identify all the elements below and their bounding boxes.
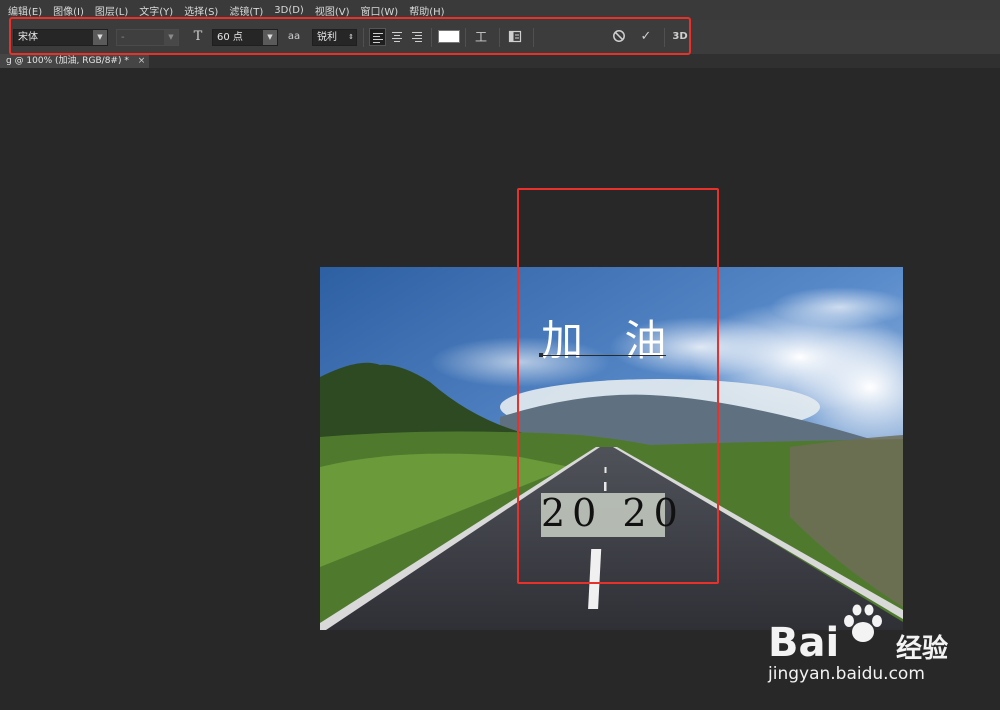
font-family-value: 宋体 — [18, 32, 38, 43]
watermark-url: jingyan.baidu.com — [768, 664, 925, 684]
chevron-down-icon: ▼ — [93, 30, 107, 45]
canvas-text-year[interactable]: 20 20 — [541, 491, 685, 535]
baidu-jingyan-watermark: Bai 经验 jingyan.baidu.com — [768, 600, 968, 690]
font-style-value: - — [121, 32, 125, 43]
font-size-select[interactable]: 60 点 ▼ — [212, 29, 278, 46]
menu-select[interactable]: 选择(S) — [178, 3, 223, 18]
antialias-value: 锐利 — [317, 32, 337, 43]
commit-check-icon[interactable]: ✓ — [638, 29, 654, 45]
text-baseline — [540, 355, 666, 356]
cancel-icon[interactable] — [611, 29, 627, 45]
divider — [431, 28, 432, 47]
text-color-swatch[interactable] — [438, 30, 460, 43]
antialias-icon: aa — [287, 31, 301, 42]
menu-help[interactable]: 帮助(H) — [403, 3, 449, 18]
align-right-button[interactable] — [409, 28, 426, 46]
3d-icon[interactable]: 3D — [672, 29, 688, 45]
font-style-select[interactable]: - ▼ — [116, 29, 179, 46]
text-anchor-point — [539, 353, 543, 357]
canvas-image[interactable]: 加 油 20 20 — [320, 267, 903, 630]
menu-filter[interactable]: 滤镜(T) — [223, 3, 268, 18]
document-tab-strip: g @ 100% (加油, RGB/8#) * × — [0, 54, 1000, 68]
menu-3d[interactable]: 3D(D) — [268, 5, 309, 16]
divider — [465, 28, 466, 47]
updown-icon: ⇕ — [348, 33, 354, 41]
align-center-button[interactable] — [389, 28, 406, 46]
align-left-button[interactable] — [369, 28, 386, 46]
font-size-icon: T — [193, 29, 203, 44]
type-options-bar: 宋体 ▼ - ▼ T 60 点 ▼ aa 锐利 ⇕ 工 ✓ 3D — [0, 20, 1000, 55]
menu-image[interactable]: 图像(I) — [47, 3, 89, 18]
divider — [499, 28, 500, 47]
canvas-text-jiayou[interactable]: 加 油 — [541, 307, 680, 368]
font-family-select[interactable]: 宋体 ▼ — [13, 29, 108, 46]
document-tab-title: g @ 100% (加油, RGB/8#) * — [6, 56, 129, 66]
divider — [363, 28, 364, 47]
menu-layer[interactable]: 图层(L) — [89, 3, 133, 18]
menu-edit[interactable]: 编辑(E) — [0, 3, 47, 18]
watermark-brand: Bai — [768, 620, 840, 666]
antialias-select[interactable]: 锐利 ⇕ — [312, 29, 357, 46]
divider — [533, 28, 534, 47]
menu-window[interactable]: 窗口(W) — [355, 3, 404, 18]
font-size-value: 60 点 — [217, 32, 243, 43]
watermark-jingyan: 经验 — [896, 634, 949, 664]
menu-type[interactable]: 文字(Y) — [133, 3, 178, 18]
menu-bar: 编辑(E) 图像(I) 图层(L) 文字(Y) 选择(S) 滤镜(T) 3D(D… — [0, 0, 1000, 20]
document-tab[interactable]: g @ 100% (加油, RGB/8#) * × — [0, 54, 150, 68]
character-panel-icon[interactable] — [507, 29, 523, 45]
warp-text-icon[interactable]: 工 — [473, 29, 489, 45]
chevron-down-icon: ▼ — [164, 30, 178, 45]
paw-logo-icon — [844, 604, 882, 642]
menu-view[interactable]: 视图(V) — [309, 3, 355, 18]
chevron-down-icon: ▼ — [263, 30, 277, 45]
close-icon[interactable]: × — [138, 56, 146, 66]
divider — [664, 28, 665, 47]
